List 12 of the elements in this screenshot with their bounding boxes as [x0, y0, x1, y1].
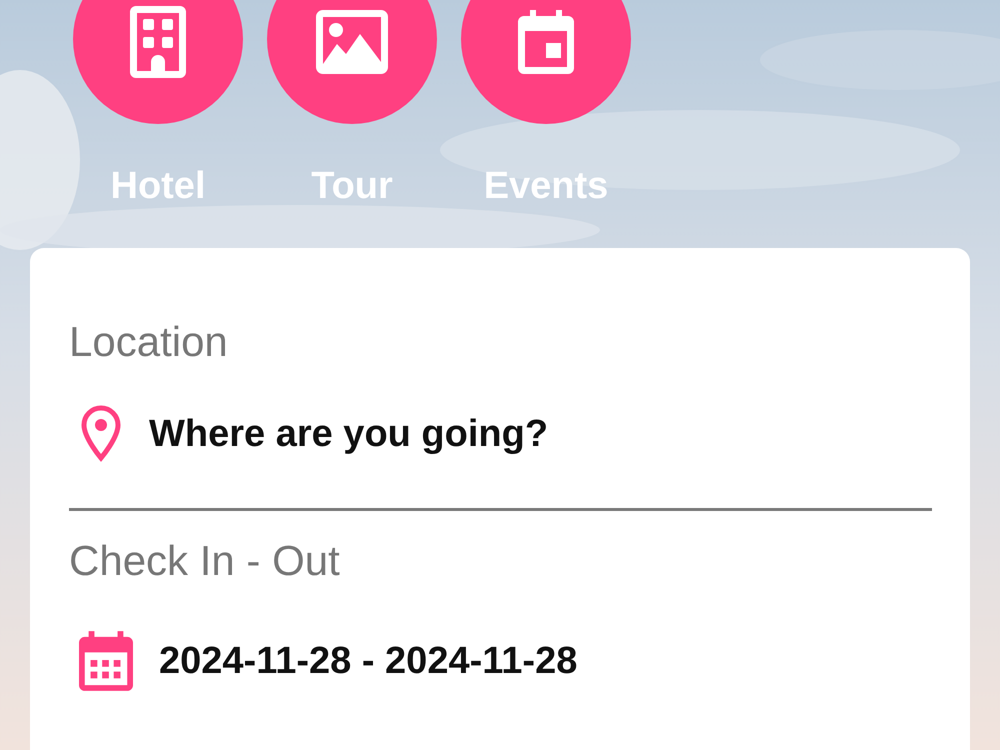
calendar-icon: [518, 10, 574, 74]
location-field[interactable]: Where are you going?: [149, 412, 548, 456]
field-label: Check In - Out: [69, 537, 341, 585]
category-label: Events: [484, 164, 608, 208]
category-label: Hotel: [110, 164, 206, 208]
location-pin-icon: [79, 404, 123, 464]
image-icon: [316, 10, 388, 74]
date-range-field[interactable]: 2024-11-28 - 2024-11-28: [159, 640, 578, 682]
category-label: Tour: [311, 164, 393, 208]
field-label: Location: [69, 318, 229, 366]
building-icon: [130, 6, 186, 78]
calendar-icon: [79, 631, 133, 691]
